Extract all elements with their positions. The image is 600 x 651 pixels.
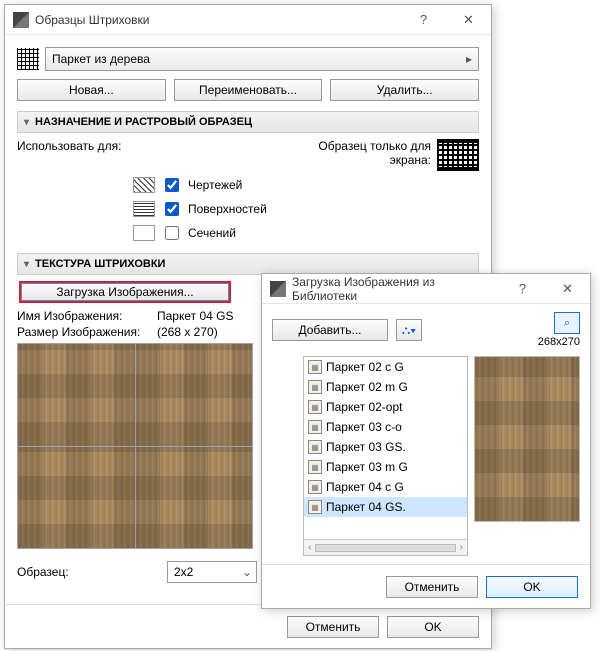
cancel-button[interactable]: Отменить — [287, 616, 379, 638]
image-file-icon: ▦ — [308, 440, 322, 454]
scrollbar-track[interactable] — [315, 544, 455, 552]
preview-zoom-button[interactable]: ⌕ — [554, 312, 580, 334]
list-item[interactable]: ▦ Паркет 04 GS. — [304, 497, 467, 517]
list-item-label: Паркет 03 m G — [326, 460, 408, 474]
delete-button[interactable]: Удалить... — [330, 79, 479, 101]
preview-size-label: 268x270 — [538, 336, 580, 348]
horizontal-scrollbar[interactable]: ‹ › — [304, 539, 467, 555]
image-file-icon: ▦ — [308, 360, 322, 374]
surfaces-checkbox[interactable] — [165, 202, 179, 216]
library-cancel-button[interactable]: Отменить — [386, 576, 478, 598]
hatch-name-dropdown[interactable]: Паркет из дерева — [45, 47, 479, 71]
sample-value: 2x2 — [174, 565, 193, 579]
list-item-label: Паркет 03 GS. — [326, 440, 406, 454]
surfaces-label: Поверхностей — [188, 202, 267, 216]
list-item-label: Паркет 04 c G — [326, 480, 404, 494]
scroll-right-icon[interactable]: › — [460, 542, 463, 553]
sample-select[interactable]: 2x2 — [167, 561, 257, 583]
cuts-checkbox[interactable] — [165, 226, 179, 240]
list-item[interactable]: ▦ Паркет 02 m G — [304, 377, 467, 397]
new-button[interactable]: Новая... — [17, 79, 166, 101]
list-item-label: Паркет 02 c G — [326, 360, 404, 374]
list-item[interactable]: ▦ Паркет 02-opt — [304, 397, 467, 417]
library-footer: Отменить OK — [262, 564, 590, 608]
library-titlebar[interactable]: Загрузка Изображения из Библиотеки ? ✕ — [262, 274, 590, 304]
section-assignment-header[interactable]: НАЗНАЧЕНИЕ И РАСТРОВЫЙ ОБРАЗЕЦ — [17, 111, 479, 133]
drawings-label: Чертежей — [188, 178, 242, 192]
cuts-icon — [133, 225, 155, 241]
load-image-button[interactable]: Загрузка Изображения... — [19, 281, 231, 303]
image-file-icon: ▦ — [308, 400, 322, 414]
image-size-label: Размер Изображения: — [17, 325, 157, 339]
library-title: Загрузка Изображения из Библиотеки — [292, 275, 500, 303]
texture-preview — [17, 343, 253, 549]
library-settings-button[interactable]: ⛬▾ — [396, 319, 422, 341]
list-item-label: Паркет 02-opt — [326, 400, 403, 414]
list-item[interactable]: ▦ Паркет 03 m G — [304, 457, 467, 477]
image-file-icon: ▦ — [308, 500, 322, 514]
section-texture-header[interactable]: ТЕКСТУРА ШТРИХОВКИ — [17, 253, 479, 275]
image-file-icon: ▦ — [308, 420, 322, 434]
library-list[interactable]: ▦ Паркет 02 c G ▦ Паркет 02 m G ▦ Паркет 02-o… — [303, 356, 468, 556]
drawings-icon — [133, 177, 155, 193]
image-file-icon: ▦ — [308, 460, 322, 474]
app-icon — [13, 12, 29, 28]
hatch-swatch-icon — [17, 48, 39, 70]
image-name-label: Имя Изображения: — [17, 309, 157, 323]
close-button[interactable]: ✕ — [446, 5, 491, 35]
screen-only-label: Образец только для экрана: — [311, 139, 431, 167]
dialog-title: Образцы Штриховки — [35, 13, 401, 27]
library-dialog: Загрузка Изображения из Библиотеки ? ✕ Д… — [261, 273, 591, 609]
texture-tile — [136, 447, 253, 549]
sample-label: Образец: — [17, 565, 157, 579]
close-button[interactable]: ✕ — [545, 274, 590, 304]
texture-tile — [136, 344, 253, 446]
add-button[interactable]: Добавить... — [272, 319, 388, 341]
surfaces-icon — [133, 201, 155, 217]
library-tree[interactable] — [272, 356, 297, 556]
list-item[interactable]: ▦ Паркет 03 GS. — [304, 437, 467, 457]
drawings-checkbox[interactable] — [165, 178, 179, 192]
titlebar[interactable]: Образцы Штриховки ? ✕ — [5, 5, 491, 35]
list-item[interactable]: ▦ Паркет 03 c-o — [304, 417, 467, 437]
texture-tile — [18, 447, 135, 549]
hatch-name-value: Паркет из дерева — [52, 52, 150, 66]
rename-button[interactable]: Переименовать... — [174, 79, 323, 101]
library-ok-button[interactable]: OK — [486, 576, 578, 598]
use-for-label: Использовать для: — [17, 139, 277, 171]
image-file-icon: ▦ — [308, 480, 322, 494]
help-button[interactable]: ? — [401, 5, 446, 35]
library-preview — [474, 356, 580, 522]
screen-sample-icon — [437, 139, 479, 171]
list-item[interactable]: ▦ Паркет 02 c G — [304, 357, 467, 377]
ok-button[interactable]: OK — [387, 616, 479, 638]
app-icon — [270, 281, 286, 297]
help-button[interactable]: ? — [500, 274, 545, 304]
list-item-label: Паркет 03 c-o — [326, 420, 402, 434]
library-body: Добавить... ⛬▾ ⌕ 268x270 ▦Паркет 02 c G▦… — [262, 304, 590, 564]
list-item[interactable]: ▦ Паркет 04 c G — [304, 477, 467, 497]
list-item-label: Паркет 04 GS. — [326, 500, 406, 514]
list-item-label: Паркет 02 m G — [326, 380, 408, 394]
texture-tile — [18, 344, 135, 446]
dialog-footer: Отменить OK — [5, 604, 491, 648]
cuts-label: Сечений — [188, 226, 236, 240]
image-file-icon: ▦ — [308, 380, 322, 394]
scroll-left-icon[interactable]: ‹ — [308, 542, 311, 553]
